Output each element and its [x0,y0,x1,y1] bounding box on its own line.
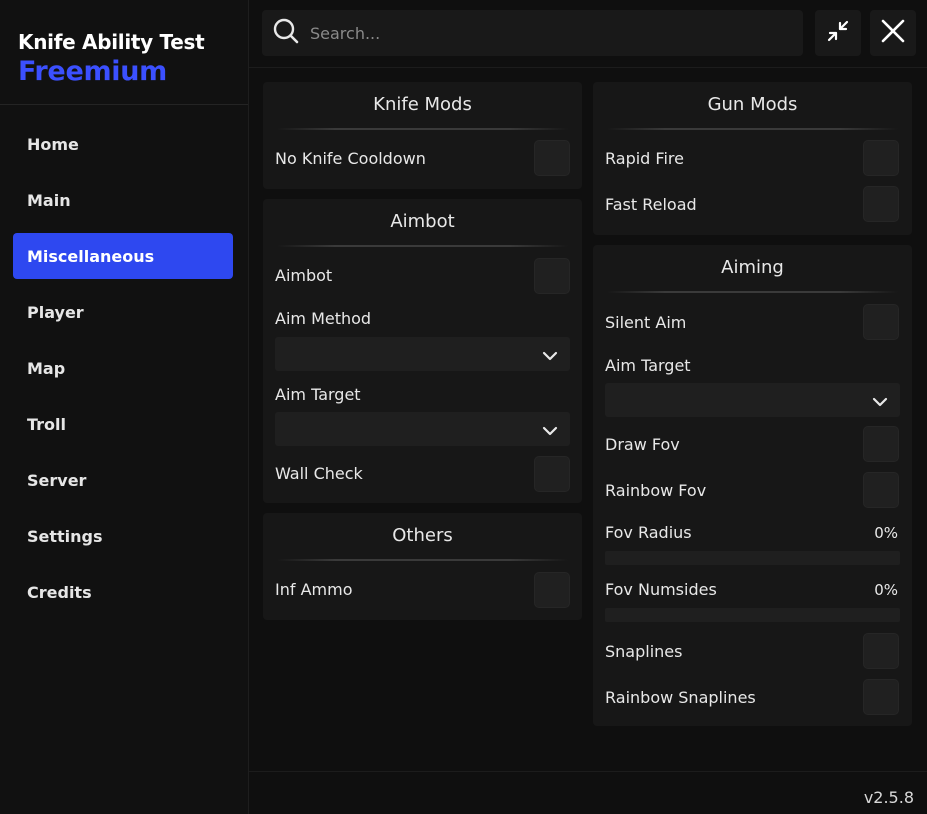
aim-method-label: Aim Method [275,309,372,328]
minimize-button[interactable] [815,10,861,56]
app-subtitle: Freemium [18,56,168,87]
aim-method-dropdown[interactable] [275,337,570,371]
aim-target-label: Aim Target [275,385,361,404]
chevron-down-icon [542,347,558,366]
aim-target-dropdown[interactable] [275,412,570,446]
rapid-fire-toggle[interactable] [863,140,899,176]
panel-divider [607,128,898,130]
header-divider [249,67,927,68]
sidebar-item-settings[interactable]: Settings [13,513,233,559]
fov-numsides-slider[interactable] [605,608,900,622]
panel-title: Aiming [721,257,784,278]
wall-check-label: Wall Check [275,464,363,483]
sidebar-divider [0,104,248,105]
minimize-icon [825,18,851,48]
silent-aim-label: Silent Aim [605,313,687,332]
panel-title: Aimbot [390,211,455,232]
rainbow-snaplines-toggle[interactable] [863,679,899,715]
fov-numsides-label: Fov Numsides [605,580,717,599]
sidebar-item-miscellaneous[interactable]: Miscellaneous [13,233,233,279]
sidebar-item-map[interactable]: Map [13,345,233,391]
fov-radius-value: 0% [874,524,898,542]
panel-divider [277,245,568,247]
silent-aim-toggle[interactable] [863,304,899,340]
draw-fov-toggle[interactable] [863,426,899,462]
sidebar: Knife Ability Test Freemium Home Main Mi… [0,0,249,814]
wall-check-toggle[interactable] [534,456,570,492]
sidebar-item-player[interactable]: Player [13,289,233,335]
aimbot-panel: Aimbot Aimbot Aim Method Aim Target Wall… [263,199,582,503]
no-knife-cooldown-label: No Knife Cooldown [275,149,426,168]
aimbot-label: Aimbot [275,266,333,285]
fov-radius-slider[interactable] [605,551,900,565]
search-icon [272,17,300,49]
no-knife-cooldown-toggle[interactable] [534,140,570,176]
rainbow-snaplines-label: Rainbow Snaplines [605,688,756,707]
aiming-aim-target-dropdown[interactable] [605,383,900,417]
inf-ammo-toggle[interactable] [534,572,570,608]
fast-reload-toggle[interactable] [863,186,899,222]
sidebar-item-home[interactable]: Home [13,121,233,167]
fov-numsides-value: 0% [874,581,898,599]
inf-ammo-label: Inf Ammo [275,580,353,599]
panel-title: Gun Mods [707,94,798,115]
snaplines-toggle[interactable] [863,633,899,669]
others-panel: Others Inf Ammo [263,513,582,620]
sidebar-item-main[interactable]: Main [13,177,233,223]
aim-target-label: Aim Target [605,356,691,375]
sidebar-item-server[interactable]: Server [13,457,233,503]
sidebar-item-credits[interactable]: Credits [13,569,233,615]
search-input[interactable] [308,22,772,44]
knife-mods-panel: Knife Mods No Knife Cooldown [263,82,582,189]
panel-divider [277,128,568,130]
gun-mods-panel: Gun Mods Rapid Fire Fast Reload [593,82,912,235]
app-title: Knife Ability Test [18,30,205,54]
version-label: v2.5.8 [863,788,914,807]
aiming-panel: Aiming Silent Aim Aim Target Draw Fov Ra… [593,245,912,726]
sidebar-item-troll[interactable]: Troll [13,401,233,447]
rainbow-fov-label: Rainbow Fov [605,481,707,500]
snaplines-label: Snaplines [605,642,683,661]
aimbot-toggle[interactable] [534,258,570,294]
footer-divider [249,771,927,772]
chevron-down-icon [542,422,558,441]
close-icon [880,18,906,48]
panel-divider [277,559,568,561]
search-box[interactable] [262,10,803,56]
close-button[interactable] [870,10,916,56]
rapid-fire-label: Rapid Fire [605,149,684,168]
panel-title: Others [392,525,453,546]
rainbow-fov-toggle[interactable] [863,472,899,508]
fov-radius-label: Fov Radius [605,523,692,542]
fast-reload-label: Fast Reload [605,195,697,214]
panel-title: Knife Mods [373,94,472,115]
panel-divider [607,291,898,293]
chevron-down-icon [872,393,888,412]
draw-fov-label: Draw Fov [605,435,680,454]
